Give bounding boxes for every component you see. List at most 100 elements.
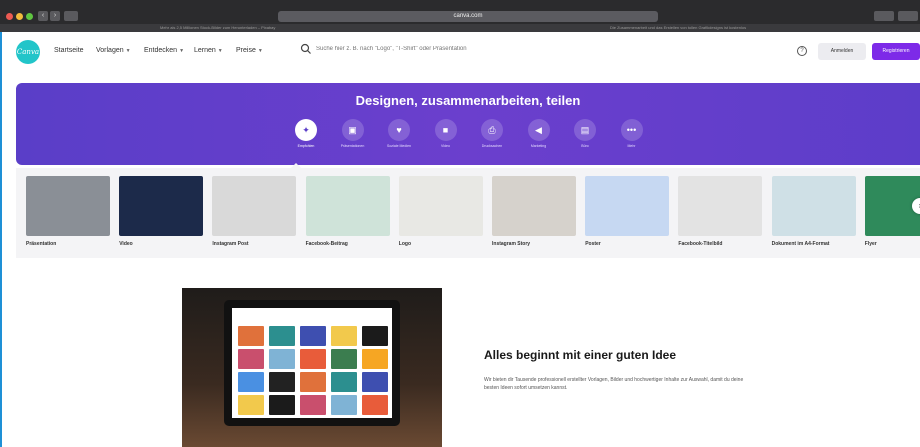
video-icon: ■ <box>442 125 449 135</box>
address-text: canva.com <box>453 13 483 19</box>
design-thumbnail <box>305 176 390 236</box>
design-card[interactable]: Facebook-Titelbild <box>678 176 763 247</box>
design-thumbnail <box>119 176 204 236</box>
template-tile <box>238 372 264 392</box>
design-thumbnail <box>26 176 110 236</box>
template-tile <box>269 372 295 392</box>
design-type-strip: Präsentation Video Instagram Post Facebook-… <box>16 168 920 258</box>
nav-item-lernen[interactable]: Lernen ▼ <box>194 47 223 54</box>
hero-banner: Designen, zusammenarbeiten, teilen ✦ Empf… <box>16 83 920 165</box>
browser-tab-pixabay[interactable]: Mehr als 2,5 Millionen Stock-Bilder zum … <box>160 25 275 30</box>
presentation-icon: ▣ <box>348 125 357 135</box>
category-label: Drucksachen <box>481 144 503 148</box>
template-tile <box>238 326 264 346</box>
category-megaphone[interactable]: ◀ Marketing <box>514 119 564 148</box>
category-label: Video <box>441 144 450 148</box>
design-thumbnail <box>585 176 670 236</box>
category-label: Marketing <box>530 144 547 148</box>
design-card[interactable]: Poster <box>585 176 670 247</box>
design-card[interactable]: Logo <box>398 176 483 247</box>
heart-icon: ♥ <box>396 125 402 135</box>
register-button[interactable]: Registrieren <box>872 43 920 60</box>
template-tile <box>331 395 357 415</box>
template-tile <box>331 326 357 346</box>
megaphone-icon: ◀ <box>535 125 542 135</box>
category-sparkle[interactable]: ✦ Empfohlen <box>281 119 331 148</box>
template-tile <box>269 326 295 346</box>
design-card-label: Präsentation <box>26 241 57 247</box>
design-card-label: Facebook-Titelbild <box>678 241 723 247</box>
laptop-photo <box>182 288 442 447</box>
category-more[interactable]: ••• Mehr <box>607 119 657 148</box>
template-tile <box>300 395 326 415</box>
category-print[interactable]: ⎙ Drucksachen <box>467 119 517 148</box>
design-card[interactable]: Flyer <box>864 176 920 247</box>
template-tile <box>300 372 326 392</box>
canva-logo[interactable]: Canva <box>16 40 40 64</box>
top-navigation: Canva Startseite Vorlagen ▼ Entdecken ▼ Le… <box>2 32 920 72</box>
sidebar-toggle-icon[interactable] <box>64 11 78 21</box>
category-circle: ••• <box>620 119 643 141</box>
nav-item-preise[interactable]: Preise ▼ <box>236 47 263 54</box>
design-thumbnail <box>398 176 483 236</box>
design-card[interactable]: Video <box>119 176 204 247</box>
category-circle: ◀ <box>527 119 550 141</box>
hero-title: Designen, zusammenarbeiten, teilen <box>355 93 581 108</box>
chevron-down-icon: ▼ <box>179 48 185 54</box>
design-card-label: Instagram Post <box>212 241 249 247</box>
design-card[interactable]: Instagram Story <box>492 176 576 247</box>
design-card-label: Video <box>119 241 133 247</box>
web-page: Canva Startseite Vorlagen ▼ Entdecken ▼ Le… <box>2 32 920 447</box>
category-circle: ▤ <box>574 119 596 141</box>
design-card[interactable]: Dokument im A4-Format <box>771 176 856 247</box>
nav-item-entdecken[interactable]: Entdecken ▼ <box>144 47 184 54</box>
nav-item-startseite[interactable]: Startseite <box>54 47 84 54</box>
category-circle: ✦ <box>295 119 317 141</box>
category-heart[interactable]: ♥ Soziale Medien <box>374 119 424 148</box>
template-tile <box>238 349 264 369</box>
nav-item-vorlagen[interactable]: Vorlagen ▼ <box>96 47 131 54</box>
chevron-down-icon: ▼ <box>257 48 263 54</box>
nav-item-label: Lernen <box>194 47 216 54</box>
browser-tab-canva[interactable]: Die Zusammenarbeit und das Erstellen von… <box>610 25 746 30</box>
category-briefcase[interactable]: ▤ Büro <box>560 119 610 148</box>
category-label: Soziale Medien <box>387 144 411 148</box>
design-card[interactable]: Facebook-Beitrag <box>305 176 390 247</box>
design-thumbnail <box>678 176 763 236</box>
template-tile <box>331 372 357 392</box>
maximize-window-button[interactable] <box>26 13 33 20</box>
search-input[interactable] <box>316 43 566 55</box>
category-circle: ♥ <box>388 119 410 141</box>
address-bar[interactable]: canva.com <box>278 11 658 22</box>
nav-item-label: Entdecken <box>144 47 178 54</box>
template-tile <box>269 349 295 369</box>
category-label: Mehr <box>627 144 636 148</box>
design-card-label: Flyer <box>864 241 877 247</box>
category-video[interactable]: ■ Video <box>421 119 471 148</box>
category-label: Empfohlen <box>297 144 315 148</box>
feature-description: Wir bieten dir Tausende professionell er… <box>484 377 744 391</box>
extensions-icon[interactable] <box>874 11 894 21</box>
more-icon: ••• <box>626 125 637 135</box>
template-tile <box>331 349 357 369</box>
browser-toolbar: ‹ › canva.com <box>0 10 920 24</box>
share-icon[interactable] <box>898 11 918 21</box>
category-label: Büro <box>581 144 589 148</box>
help-icon[interactable]: ? <box>797 46 807 56</box>
chevron-down-icon: ▼ <box>217 48 223 54</box>
close-window-button[interactable] <box>6 13 13 20</box>
minimize-window-button[interactable] <box>16 13 23 20</box>
template-tile <box>362 349 388 369</box>
category-circle: ■ <box>434 119 457 141</box>
search-icon <box>300 43 311 54</box>
chevron-down-icon: ▼ <box>125 48 131 54</box>
login-button[interactable]: Anmelden <box>818 43 866 60</box>
category-circle: ▣ <box>341 119 364 141</box>
forward-button[interactable]: › <box>50 11 60 21</box>
category-presentation[interactable]: ▣ Präsentationen <box>328 119 378 148</box>
design-card[interactable]: Präsentation <box>26 176 110 247</box>
back-button[interactable]: ‹ <box>38 11 48 21</box>
briefcase-icon: ▤ <box>580 125 590 135</box>
design-thumbnail <box>771 176 856 236</box>
design-card[interactable]: Instagram Post <box>212 176 297 247</box>
